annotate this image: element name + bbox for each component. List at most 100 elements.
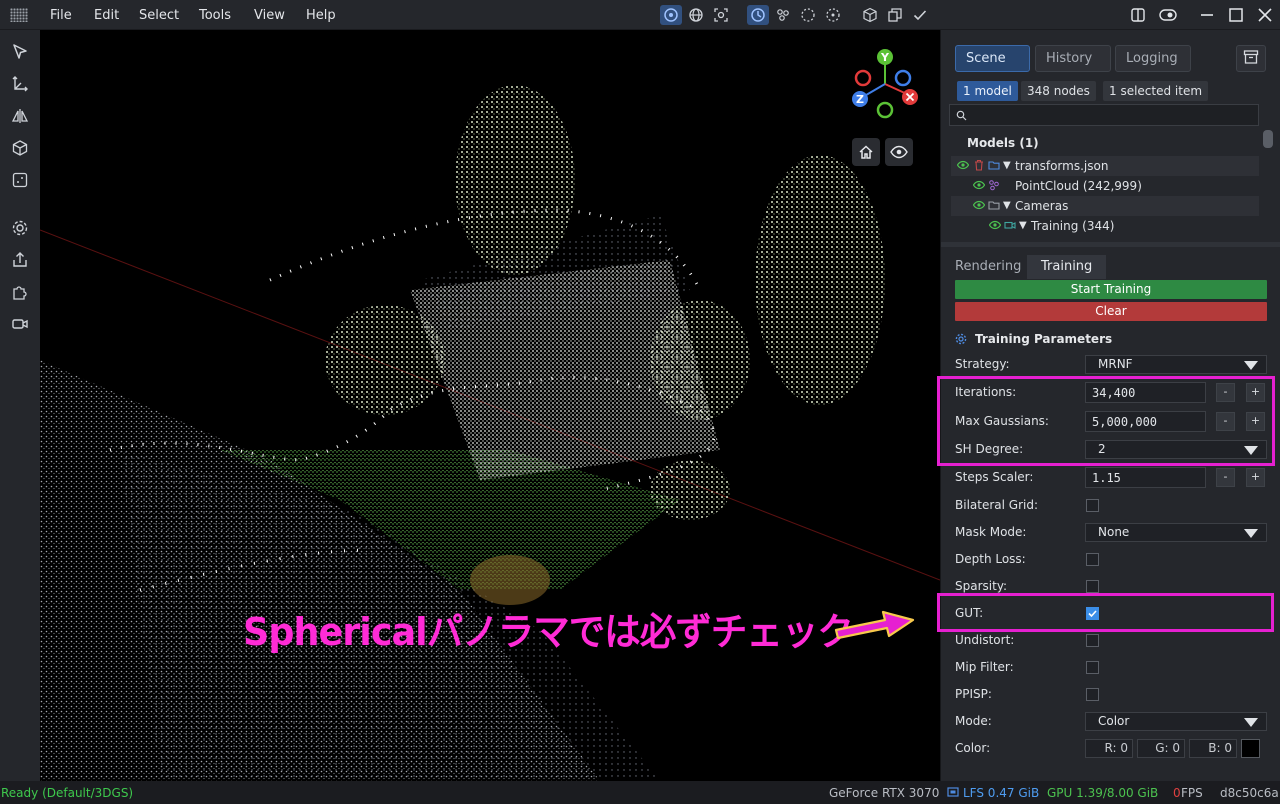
scene-search-input[interactable] bbox=[949, 104, 1259, 126]
axis-gizmo[interactable]: Y Z bbox=[848, 46, 928, 126]
depth-loss-checkbox[interactable] bbox=[1086, 553, 1099, 566]
color-swatch[interactable] bbox=[1241, 739, 1260, 758]
visible-eye-icon[interactable] bbox=[989, 219, 1001, 231]
delete-trash-icon[interactable] bbox=[973, 159, 985, 171]
training-panel-tabs: Rendering Training bbox=[941, 242, 1280, 279]
visible-eye-icon[interactable] bbox=[957, 159, 969, 171]
translate-axes-icon[interactable] bbox=[9, 73, 31, 95]
select-pointer-icon[interactable] bbox=[9, 41, 31, 63]
focus-target-icon[interactable] bbox=[710, 5, 732, 25]
globe-icon[interactable] bbox=[685, 5, 707, 25]
chevron-down-icon bbox=[1244, 529, 1258, 538]
cube-icon[interactable] bbox=[9, 137, 31, 159]
gizmo-z-label: Z bbox=[856, 93, 864, 106]
video-camera-icon[interactable] bbox=[9, 313, 31, 335]
search-icon bbox=[956, 110, 967, 121]
render-mode-centers-icon[interactable] bbox=[822, 5, 844, 25]
color-b-input[interactable]: B: 0 bbox=[1189, 739, 1237, 758]
tab-scene[interactable]: Scene bbox=[955, 45, 1030, 72]
sh-degree-select[interactable]: 2 bbox=[1085, 440, 1267, 459]
menu-tools[interactable]: Tools bbox=[199, 8, 231, 23]
undistort-checkbox[interactable] bbox=[1086, 634, 1099, 647]
orbit-mode-icon[interactable] bbox=[660, 5, 682, 25]
tree-row-transforms[interactable]: ▼ transforms.json bbox=[951, 156, 1259, 176]
tree-row-training[interactable]: ▼ Training (344) bbox=[951, 216, 1259, 236]
color-g-input[interactable]: G: 0 bbox=[1137, 739, 1185, 758]
mirror-icon[interactable] bbox=[9, 105, 31, 127]
3d-viewport[interactable]: Y Z Sphericalパノラマでは必ずチェック bbox=[40, 30, 940, 781]
cube-view-icon[interactable] bbox=[859, 5, 881, 25]
menu-help[interactable]: Help bbox=[306, 8, 336, 23]
steps-scaler-increment-button[interactable]: + bbox=[1246, 468, 1265, 487]
menu-file[interactable]: File bbox=[50, 8, 72, 23]
menu-select[interactable]: Select bbox=[139, 8, 179, 23]
render-mode-rings-icon[interactable] bbox=[797, 5, 819, 25]
mode-label: Mode: bbox=[955, 714, 992, 728]
chevron-down-icon bbox=[1244, 361, 1258, 370]
max-gaussians-input[interactable]: 5,000,000 bbox=[1085, 411, 1206, 432]
ppisp-checkbox[interactable] bbox=[1086, 688, 1099, 701]
start-training-button[interactable]: Start Training bbox=[955, 280, 1267, 299]
tree-scrollbar[interactable] bbox=[1263, 130, 1273, 148]
maximize-icon[interactable] bbox=[1225, 5, 1247, 25]
tree-label-cameras: Cameras bbox=[1015, 199, 1069, 213]
home-view-button[interactable] bbox=[852, 138, 880, 166]
highlight-box-gut bbox=[937, 593, 1274, 632]
tree-label-pointcloud: PointCloud (242,999) bbox=[1015, 179, 1142, 193]
visible-eye-icon[interactable] bbox=[973, 179, 985, 191]
color-r-input[interactable]: R: 0 bbox=[1085, 739, 1133, 758]
sparsity-label: Sparsity: bbox=[955, 579, 1008, 593]
render-mode-points-icon[interactable] bbox=[772, 5, 794, 25]
tab-rendering[interactable]: Rendering bbox=[941, 255, 1035, 279]
chip-models[interactable]: 1 model bbox=[957, 81, 1018, 101]
close-window-icon[interactable] bbox=[1254, 5, 1276, 25]
minimize-icon[interactable] bbox=[1196, 5, 1218, 25]
bilateral-grid-checkbox[interactable] bbox=[1086, 499, 1099, 512]
ppisp-label: PPISP: bbox=[955, 687, 992, 701]
max-gaussians-increment-button[interactable]: + bbox=[1246, 412, 1265, 431]
mode-select[interactable]: Color bbox=[1085, 712, 1267, 731]
eye-toggle-icon[interactable] bbox=[1157, 5, 1179, 25]
iterations-input[interactable]: 34,400 bbox=[1085, 382, 1206, 403]
sparsity-checkbox[interactable] bbox=[1086, 580, 1099, 593]
export-icon[interactable] bbox=[9, 249, 31, 271]
gpu-memory: GPU 1.39/8.00 GiB bbox=[1047, 786, 1159, 800]
gut-checkbox[interactable] bbox=[1086, 607, 1099, 620]
chip-nodes[interactable]: 348 nodes bbox=[1021, 81, 1096, 101]
tree-row-pointcloud[interactable]: PointCloud (242,999) bbox=[951, 176, 1259, 196]
tab-training[interactable]: Training bbox=[1027, 255, 1107, 279]
visible-eye-icon[interactable] bbox=[973, 199, 985, 211]
visibility-button[interactable] bbox=[885, 138, 913, 166]
mip-filter-checkbox[interactable] bbox=[1086, 661, 1099, 674]
iterations-increment-button[interactable]: + bbox=[1246, 383, 1265, 402]
models-header: Models (1) bbox=[967, 136, 1039, 150]
archive-button[interactable] bbox=[1236, 45, 1266, 72]
expand-arrow-icon[interactable]: ▼ bbox=[1003, 160, 1011, 171]
mask-mode-select[interactable]: None bbox=[1085, 523, 1267, 542]
expand-arrow-icon[interactable]: ▼ bbox=[1003, 200, 1011, 211]
tab-logging[interactable]: Logging bbox=[1115, 45, 1191, 72]
max-gaussians-decrement-button[interactable]: - bbox=[1216, 412, 1235, 431]
expand-arrow-icon[interactable]: ▼ bbox=[1019, 220, 1027, 231]
clear-button[interactable]: Clear bbox=[955, 302, 1267, 321]
render-mode-splat-icon[interactable] bbox=[747, 5, 769, 25]
depth-loss-label: Depth Loss: bbox=[955, 552, 1026, 566]
tree-row-cameras[interactable]: ▼ Cameras bbox=[951, 196, 1259, 216]
iterations-decrement-button[interactable]: - bbox=[1216, 383, 1235, 402]
panel-layout-icon[interactable] bbox=[1127, 5, 1149, 25]
copy-icon[interactable] bbox=[884, 5, 906, 25]
checkmark-icon[interactable] bbox=[909, 5, 931, 25]
steps-scaler-input[interactable]: 1.15 bbox=[1085, 467, 1206, 488]
tab-history[interactable]: History bbox=[1035, 45, 1111, 72]
strategy-select[interactable]: MRNF bbox=[1085, 355, 1267, 374]
steps-scaler-decrement-button[interactable]: - bbox=[1216, 468, 1235, 487]
plugin-puzzle-icon[interactable] bbox=[9, 281, 31, 303]
archive-icon bbox=[1243, 50, 1259, 64]
annotation-arrow-icon bbox=[834, 610, 915, 640]
chip-selected[interactable]: 1 selected item bbox=[1103, 81, 1209, 101]
crop-box-icon[interactable] bbox=[9, 169, 31, 191]
mask-mode-label: Mask Mode: bbox=[955, 525, 1027, 539]
settings-gear-icon[interactable] bbox=[9, 217, 31, 239]
menu-view[interactable]: View bbox=[254, 8, 285, 23]
menu-edit[interactable]: Edit bbox=[94, 8, 119, 23]
